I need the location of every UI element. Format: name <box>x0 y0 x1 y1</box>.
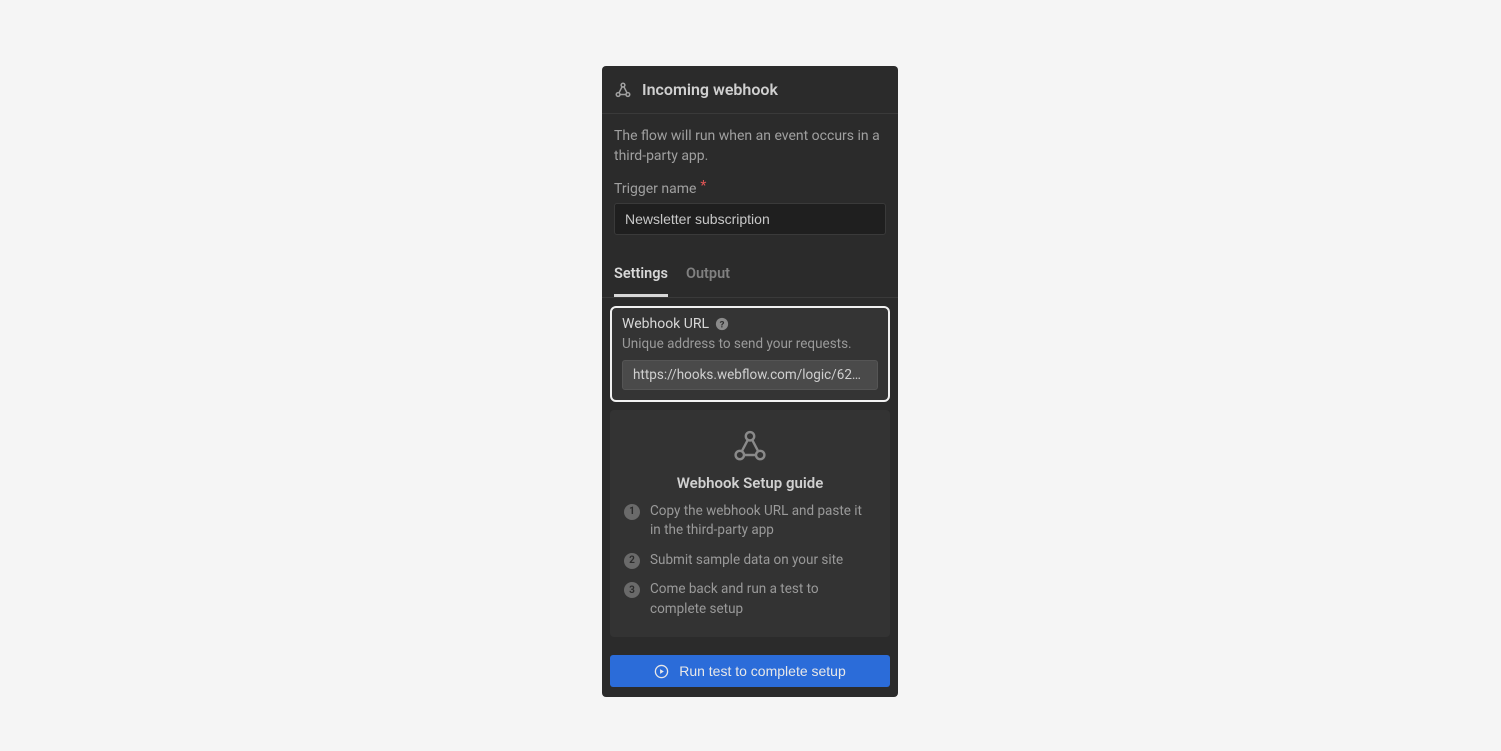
play-icon <box>654 664 669 679</box>
webhook-url-sublabel: Unique address to send your requests. <box>622 336 878 352</box>
webhook-url-card: Webhook URL ? Unique address to send you… <box>610 306 890 402</box>
step-number-icon: 1 <box>624 504 640 520</box>
svg-text:?: ? <box>720 319 725 330</box>
tabs: Settings Output <box>602 253 898 298</box>
guide-step: 3 Come back and run a test to complete s… <box>624 580 876 619</box>
required-asterisk: * <box>700 179 706 193</box>
webhook-large-icon <box>732 428 768 464</box>
tab-output[interactable]: Output <box>686 253 730 297</box>
guide-step-text: Submit sample data on your site <box>650 551 843 571</box>
tab-settings[interactable]: Settings <box>614 253 668 297</box>
panel-title: Incoming webhook <box>642 80 778 99</box>
guide-step: 2 Submit sample data on your site <box>624 551 876 571</box>
panel-header: Incoming webhook <box>602 66 898 114</box>
run-test-label: Run test to complete setup <box>679 663 846 679</box>
setup-guide-card: Webhook Setup guide 1 Copy the webhook U… <box>610 410 890 638</box>
help-icon[interactable]: ? <box>715 317 729 331</box>
run-test-button[interactable]: Run test to complete setup <box>610 655 890 687</box>
trigger-name-label: Trigger name <box>614 181 696 197</box>
description-text: The flow will run when an event occurs i… <box>614 126 886 167</box>
guide-step: 1 Copy the webhook URL and paste it in t… <box>624 502 876 541</box>
step-number-icon: 3 <box>624 582 640 598</box>
webhook-url-label-row: Webhook URL ? <box>622 316 878 332</box>
webhook-icon <box>614 81 632 99</box>
guide-icon-wrap <box>624 428 876 464</box>
guide-step-text: Come back and run a test to complete set… <box>650 580 876 619</box>
incoming-webhook-panel: Incoming webhook The flow will run when … <box>602 66 898 697</box>
settings-body: Webhook URL ? Unique address to send you… <box>602 298 898 648</box>
trigger-name-input[interactable] <box>614 203 886 235</box>
guide-title: Webhook Setup guide <box>624 474 876 492</box>
guide-steps-list: 1 Copy the webhook URL and paste it in t… <box>624 502 876 620</box>
webhook-url-field[interactable]: https://hooks.webflow.com/logic/62… <box>622 360 878 390</box>
guide-step-text: Copy the webhook URL and paste it in the… <box>650 502 876 541</box>
step-number-icon: 2 <box>624 553 640 569</box>
trigger-name-label-row: Trigger name * <box>614 181 886 197</box>
webhook-url-label: Webhook URL <box>622 316 709 332</box>
description-section: The flow will run when an event occurs i… <box>602 114 898 247</box>
